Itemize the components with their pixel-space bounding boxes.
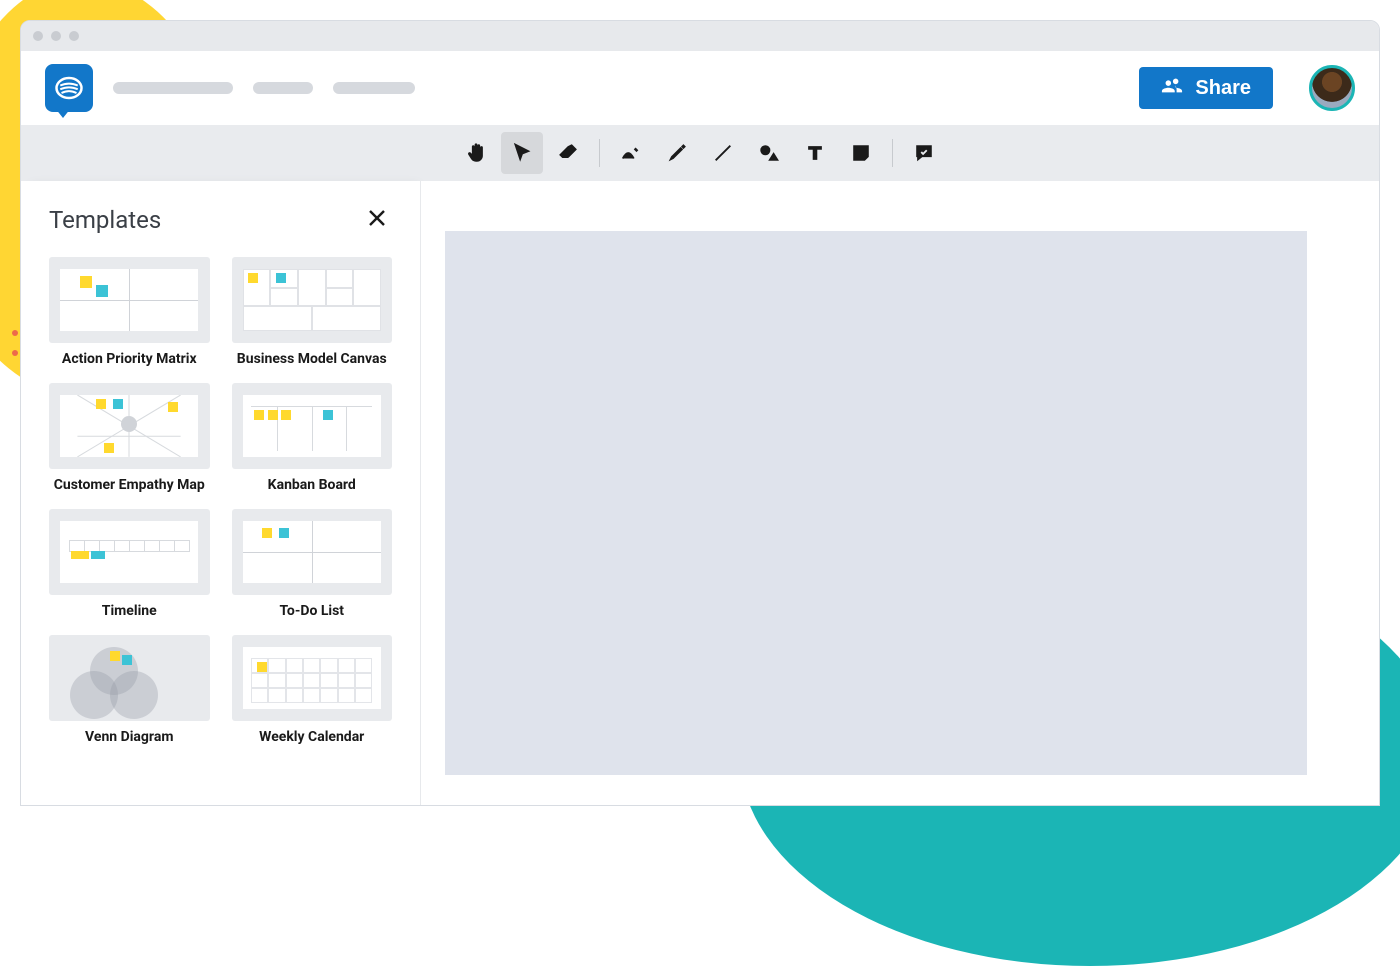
tool-eraser[interactable]	[547, 132, 589, 174]
tool-hand[interactable]	[455, 132, 497, 174]
close-templates-button[interactable]	[362, 205, 392, 235]
breadcrumb-placeholder	[333, 82, 415, 94]
template-customer-empathy-map[interactable]: Customer Empathy Map	[49, 383, 210, 493]
template-timeline[interactable]: Timeline	[49, 509, 210, 619]
tool-sticky-note[interactable]	[840, 132, 882, 174]
template-label: Timeline	[49, 603, 210, 619]
breadcrumb-placeholder	[253, 82, 313, 94]
window-control-dot	[69, 31, 79, 41]
tool-pen[interactable]	[610, 132, 652, 174]
share-button-label: Share	[1195, 77, 1251, 100]
main-area: Templates Action Priority Matrix	[21, 181, 1379, 805]
tool-text[interactable]	[794, 132, 836, 174]
tool-comment[interactable]	[903, 132, 945, 174]
template-label: Customer Empathy Map	[49, 477, 210, 493]
template-action-priority-matrix[interactable]: Action Priority Matrix	[49, 257, 210, 367]
template-weekly-calendar[interactable]: Weekly Calendar	[232, 635, 393, 745]
tool-highlighter[interactable]	[656, 132, 698, 174]
close-icon	[365, 206, 389, 234]
decorative-white-dots	[780, 783, 1216, 790]
share-button[interactable]: Share	[1139, 67, 1273, 109]
template-label: Business Model Canvas	[232, 351, 393, 367]
breadcrumb-placeholder	[113, 82, 233, 94]
template-label: Action Priority Matrix	[49, 351, 210, 367]
drawing-toolbar	[21, 125, 1379, 181]
whiteboard-canvas[interactable]	[421, 181, 1379, 805]
template-kanban-board[interactable]: Kanban Board	[232, 383, 393, 493]
template-label: Venn Diagram	[49, 729, 210, 745]
template-venn-diagram[interactable]: Venn Diagram	[49, 635, 210, 745]
template-business-model-canvas[interactable]: Business Model Canvas	[232, 257, 393, 367]
toolbar-separator	[599, 139, 600, 167]
templates-panel: Templates Action Priority Matrix	[21, 181, 421, 805]
tool-shape[interactable]	[748, 132, 790, 174]
tool-pointer[interactable]	[501, 132, 543, 174]
window-control-dot	[33, 31, 43, 41]
window-control-dot	[51, 31, 61, 41]
canvas-placeholder-rect	[445, 231, 1307, 775]
template-label: Kanban Board	[232, 477, 393, 493]
templates-grid: Action Priority Matrix	[49, 257, 392, 745]
tool-line[interactable]	[702, 132, 744, 174]
template-todo-list[interactable]: To-Do List	[232, 509, 393, 619]
user-avatar[interactable]	[1309, 65, 1355, 111]
template-label: Weekly Calendar	[232, 729, 393, 745]
toolbar-separator	[892, 139, 893, 167]
app-header: Share	[21, 51, 1379, 125]
app-logo[interactable]	[45, 64, 93, 112]
browser-chrome	[21, 21, 1379, 51]
templates-panel-title: Templates	[49, 206, 161, 234]
template-label: To-Do List	[232, 603, 393, 619]
share-icon	[1161, 74, 1183, 102]
app-window: Share Templates	[20, 20, 1380, 806]
